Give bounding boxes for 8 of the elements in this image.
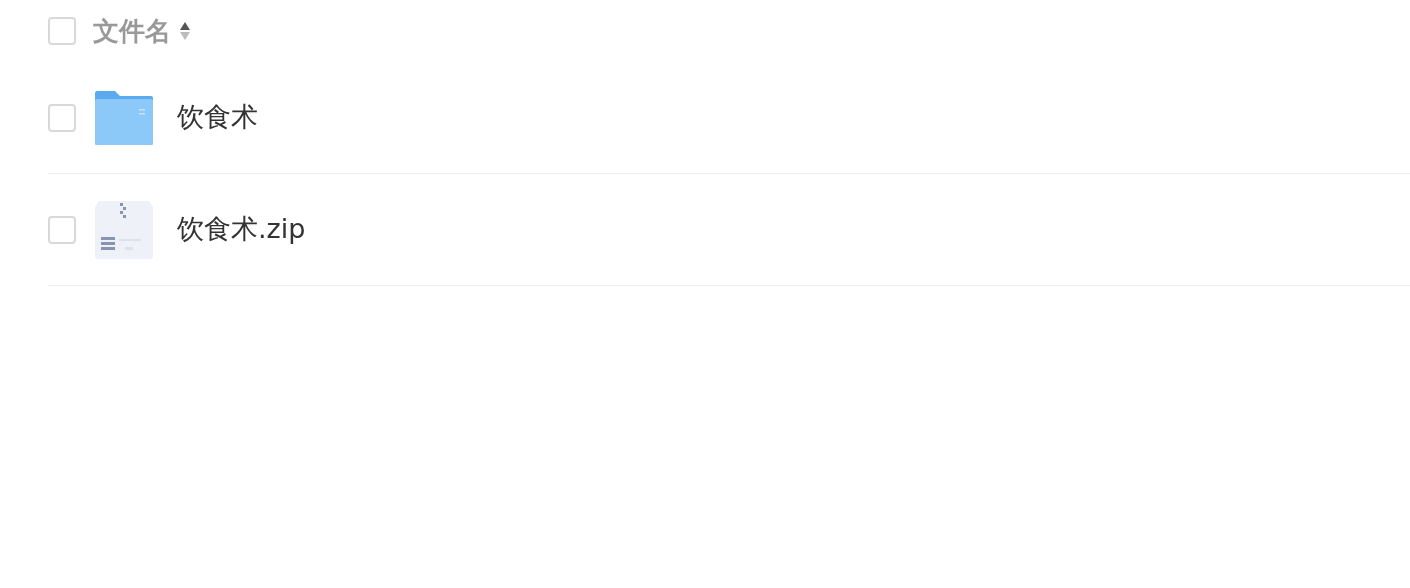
zip-file-icon — [95, 200, 153, 259]
sort-icon[interactable] — [179, 20, 191, 42]
checkbox[interactable] — [48, 17, 76, 45]
checkbox[interactable] — [48, 103, 76, 132]
checkbox[interactable] — [48, 215, 76, 244]
file-name[interactable]: 饮食术 — [177, 97, 258, 138]
file-name[interactable]: 饮食术.zip — [177, 209, 306, 250]
folder-icon — [95, 90, 153, 145]
